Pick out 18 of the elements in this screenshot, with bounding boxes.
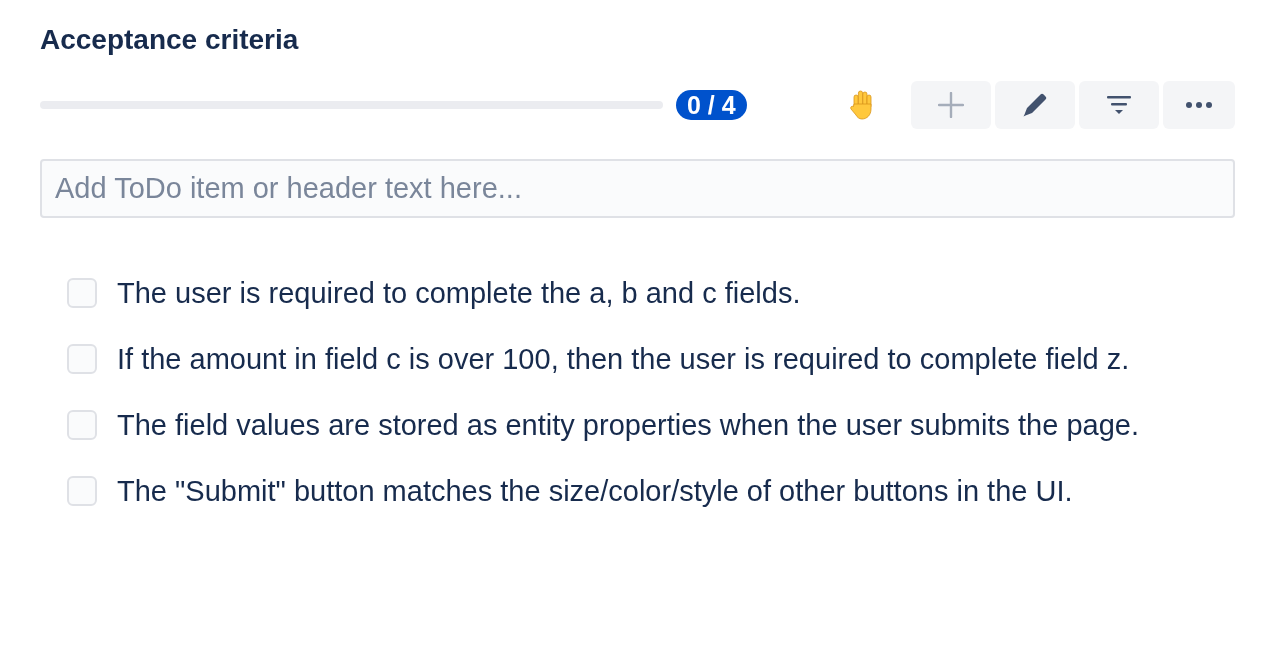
pencil-icon [1023,93,1047,117]
more-icon [1186,102,1212,108]
checkbox[interactable] [67,410,97,440]
more-button[interactable] [1163,81,1235,129]
filter-icon [1107,96,1131,114]
checkbox[interactable] [67,278,97,308]
todo-item-text: The "Submit" button matches the size/color/style of other buttons in the UI. [117,474,1073,509]
edit-button[interactable] [995,81,1075,129]
plus-icon [938,92,964,118]
new-item-field[interactable]: Add ToDo item or header text here... [40,159,1235,218]
todo-item-text: If the amount in field c is over 100, then the user is required to complete field z. [117,342,1130,377]
section-title: Acceptance criteria [40,24,299,56]
checkbox[interactable] [67,344,97,374]
filter-button[interactable] [1079,81,1159,129]
todo-item-text: The user is required to complete the a, b and c fields. [117,276,801,311]
todo-item-text: The field values are stored as entity properties when the user submits the page. [117,408,1139,443]
checkbox[interactable] [67,476,97,506]
progress-count: 0 / 4 [676,90,747,120]
